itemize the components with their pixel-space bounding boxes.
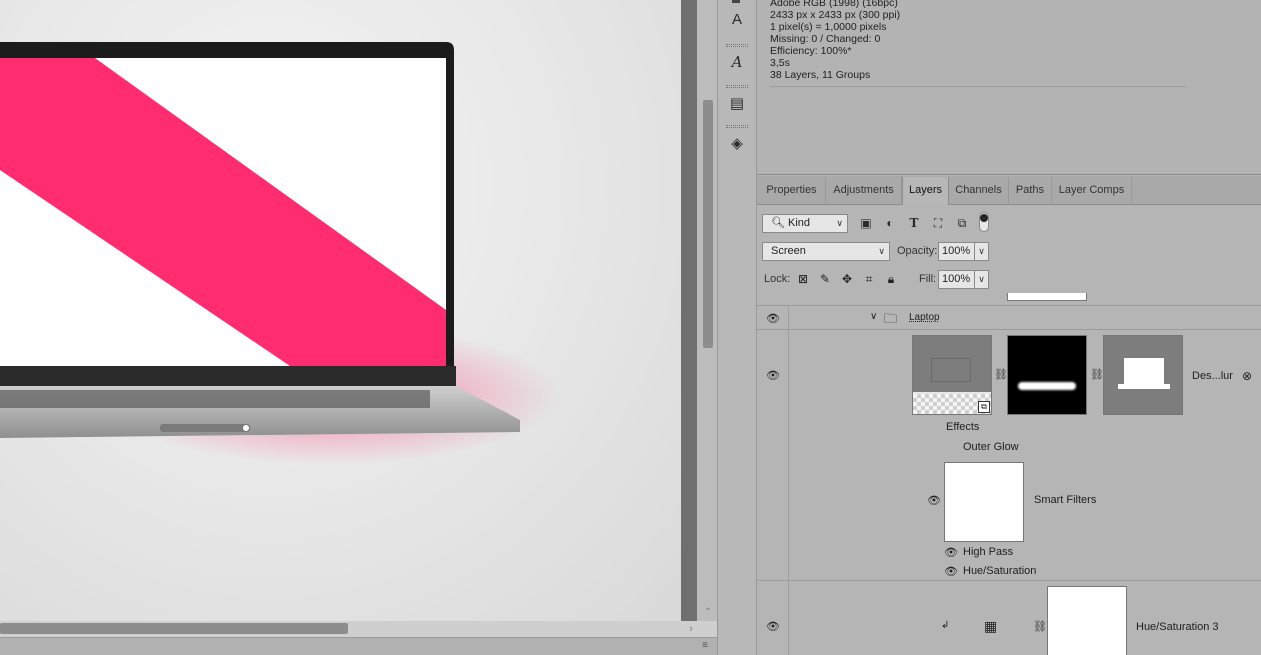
kind-filter-label: Kind bbox=[788, 217, 811, 229]
info-efficiency: Efficiency: 100%* bbox=[770, 45, 852, 57]
hue-saturation-filter[interactable]: Hue/Saturation bbox=[963, 565, 1036, 577]
info-measurement-scale: 1 pixel(s) = 1,0000 pixels bbox=[770, 21, 887, 33]
info-layer-count: 38 Layers, 11 Groups bbox=[770, 69, 871, 81]
visibility-eye-icon[interactable]: 👁︎ bbox=[944, 567, 958, 578]
visibility-eye-icon[interactable]: 👁︎ bbox=[927, 496, 941, 507]
horizontal-scroll-thumb[interactable] bbox=[0, 623, 348, 634]
blend-mode-dropdown[interactable]: Screen ∨ bbox=[762, 242, 890, 261]
pixel-layer-filter-icon[interactable]: ▣ bbox=[857, 214, 875, 232]
chevron-down-icon: ∨ bbox=[878, 246, 885, 256]
smart-object-thumbnail[interactable]: ⧉ bbox=[912, 335, 992, 415]
vertical-scroll-thumb[interactable] bbox=[703, 100, 713, 348]
group-name-laptop[interactable]: Laptop bbox=[909, 312, 940, 323]
lock-position-icon[interactable]: ✥ bbox=[839, 271, 855, 287]
lock-all-icon[interactable]: 🔒︎ bbox=[883, 271, 899, 287]
chevron-down-icon: ∨ bbox=[836, 218, 843, 228]
lock-artboard-icon[interactable]: ⌗ bbox=[861, 271, 877, 287]
info-color-profile: Adobe RGB (1998) (16bpc) bbox=[770, 0, 898, 9]
kind-filter-dropdown[interactable]: 🔍︎ Kind ∨ bbox=[762, 214, 848, 233]
tab-layers[interactable]: Layers bbox=[902, 177, 949, 205]
row-divider bbox=[757, 329, 1261, 330]
link-chain-icon[interactable]: ⛓︎ bbox=[1090, 368, 1104, 381]
tab-paths[interactable]: Paths bbox=[1009, 177, 1052, 205]
divider bbox=[770, 86, 1186, 87]
tab-adjustments[interactable]: Adjustments bbox=[826, 177, 902, 205]
tab-channels[interactable]: Channels bbox=[949, 177, 1009, 205]
info-timing: 3,5s bbox=[770, 57, 790, 69]
smart-object-badge-icon: ⧉ bbox=[978, 401, 990, 413]
visibility-eye-icon[interactable]: 👁︎ bbox=[766, 371, 780, 382]
filter-toggle-switch[interactable] bbox=[979, 212, 989, 232]
vector-mask-thumbnail[interactable] bbox=[1103, 335, 1183, 415]
info-missing-changed: Missing: 0 / Changed: 0 bbox=[770, 33, 881, 45]
laptop-artwork bbox=[0, 42, 560, 465]
lock-transparent-pixels-icon[interactable]: ⊠ bbox=[795, 271, 811, 287]
opacity-label: Opacity: bbox=[897, 245, 938, 257]
link-chain-icon[interactable]: ⛓︎ bbox=[994, 368, 1008, 381]
character-icon[interactable]: A bbox=[727, 10, 747, 30]
3d-icon[interactable]: ◈ bbox=[727, 134, 747, 154]
outer-glow-effect[interactable]: Outer Glow bbox=[963, 441, 1019, 453]
menu-lines-icon[interactable]: ≡ bbox=[698, 641, 712, 653]
row-divider bbox=[757, 580, 1261, 581]
link-chain-icon[interactable]: ⛓︎ bbox=[1033, 620, 1047, 633]
grip-handle[interactable] bbox=[726, 85, 748, 88]
smart-layer-name[interactable]: Des...lur bbox=[1192, 370, 1233, 382]
fill-input[interactable]: 100% bbox=[938, 270, 975, 289]
scroll-right-icon[interactable]: › bbox=[684, 621, 698, 637]
visibility-eye-icon[interactable]: 👁︎ bbox=[944, 548, 958, 559]
group-collapse-chevron-icon[interactable]: ∨ bbox=[870, 311, 877, 322]
adjustment-layer-name[interactable]: Hue/Saturation 3 bbox=[1136, 621, 1219, 633]
fill-label: Fill: bbox=[919, 273, 937, 285]
glyph-icon[interactable]: A bbox=[727, 52, 747, 72]
shape-layer-filter-icon[interactable]: ⛶ bbox=[929, 214, 947, 232]
scroll-down-icon[interactable]: ⌄ bbox=[701, 602, 715, 616]
notes-icon[interactable]: ▤ bbox=[727, 94, 747, 114]
canvas-vertical-divider bbox=[681, 0, 697, 621]
minus-icon bbox=[732, 0, 740, 3]
effects-label[interactable]: Effects bbox=[946, 421, 979, 433]
smart-filters-mask-thumbnail[interactable] bbox=[944, 462, 1024, 542]
opacity-input[interactable]: 100% bbox=[938, 242, 975, 261]
document-canvas[interactable] bbox=[0, 0, 681, 621]
tab-layer-comps[interactable]: Layer Comps bbox=[1052, 177, 1132, 205]
lock-image-pixels-icon[interactable]: ✎ bbox=[817, 271, 833, 287]
adjustment-layer-filter-icon[interactable]: ◐ bbox=[881, 214, 899, 232]
hue-saturation-adjustment-icon[interactable]: ▦ bbox=[984, 618, 997, 635]
visibility-column-divider bbox=[788, 306, 789, 655]
blend-mode-value: Screen bbox=[771, 245, 806, 257]
info-dimensions: 2433 px x 2433 px (300 ppi) bbox=[770, 9, 901, 21]
grip-handle[interactable] bbox=[726, 44, 748, 47]
status-bar bbox=[0, 637, 717, 655]
adjustment-mask-thumbnail[interactable] bbox=[1047, 586, 1127, 655]
layer-effects-icon[interactable]: ⊗ bbox=[1242, 369, 1252, 383]
smart-filters-label[interactable]: Smart Filters bbox=[1034, 494, 1096, 506]
grip-handle[interactable] bbox=[726, 125, 748, 128]
opacity-chevron-icon[interactable]: ∨ bbox=[974, 242, 989, 261]
visibility-eye-icon[interactable]: 👁︎ bbox=[766, 622, 780, 633]
clipping-arrow-icon: ↲ bbox=[941, 620, 950, 631]
tab-properties[interactable]: Properties bbox=[758, 177, 826, 205]
type-layer-filter-icon[interactable]: T bbox=[905, 214, 923, 232]
high-pass-filter[interactable]: High Pass bbox=[963, 546, 1013, 558]
layer-thumbnail-partial bbox=[1007, 293, 1087, 301]
lock-label: Lock: bbox=[764, 273, 791, 285]
visibility-eye-icon[interactable]: 👁︎ bbox=[766, 314, 780, 325]
fill-chevron-icon[interactable]: ∨ bbox=[974, 270, 989, 289]
smart-object-filter-icon[interactable]: ⧉ bbox=[953, 214, 971, 232]
search-icon: 🔍︎ bbox=[771, 217, 785, 229]
row-divider bbox=[757, 305, 1261, 306]
layer-mask-thumbnail[interactable] bbox=[1007, 335, 1087, 415]
